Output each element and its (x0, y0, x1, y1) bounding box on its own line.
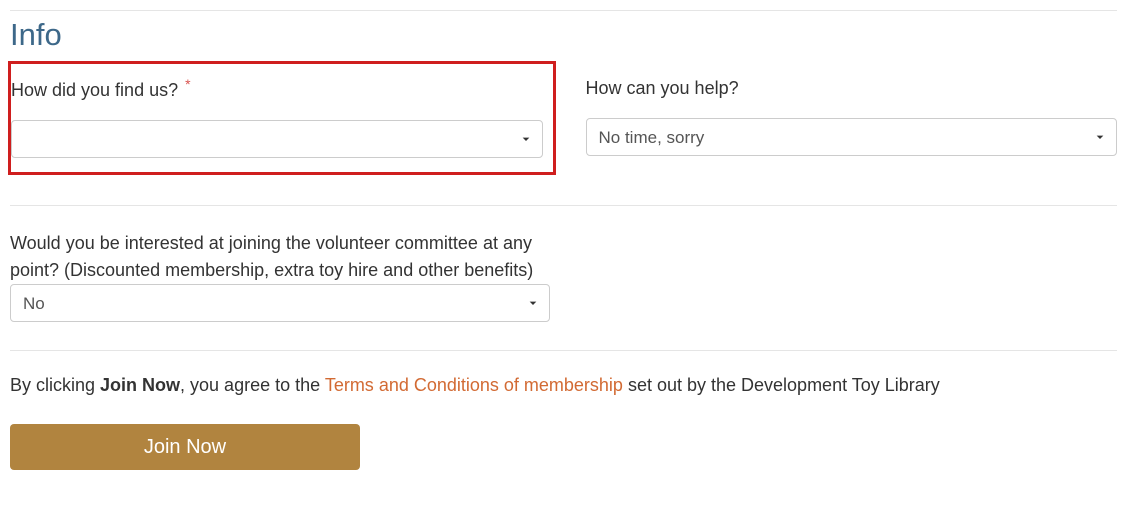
required-mark: * (185, 76, 190, 92)
find-us-field-group: How did you find us? * (8, 61, 556, 175)
section-title: Info (10, 17, 1117, 53)
help-field-group: How can you help? No time, sorry (586, 71, 1118, 175)
terms-link[interactable]: Terms and Conditions of membership (325, 375, 623, 395)
help-label: How can you help? (586, 75, 1118, 102)
agreement-bold: Join Now (100, 375, 180, 395)
volunteer-field-group: Would you be interested at joining the v… (10, 230, 550, 322)
find-us-select[interactable] (11, 120, 543, 158)
volunteer-select[interactable]: No (10, 284, 550, 322)
find-us-label-text: How did you find us? (11, 80, 178, 100)
help-select[interactable]: No time, sorry (586, 118, 1118, 156)
divider (10, 205, 1117, 206)
find-us-label: How did you find us? * (11, 74, 543, 104)
agreement-prefix: By clicking (10, 375, 100, 395)
join-now-button[interactable]: Join Now (10, 424, 360, 470)
agreement-middle: , you agree to the (180, 375, 325, 395)
agreement-suffix: set out by the Development Toy Library (623, 375, 940, 395)
volunteer-label: Would you be interested at joining the v… (10, 233, 533, 280)
agreement-text: By clicking Join Now, you agree to the T… (10, 350, 1117, 396)
